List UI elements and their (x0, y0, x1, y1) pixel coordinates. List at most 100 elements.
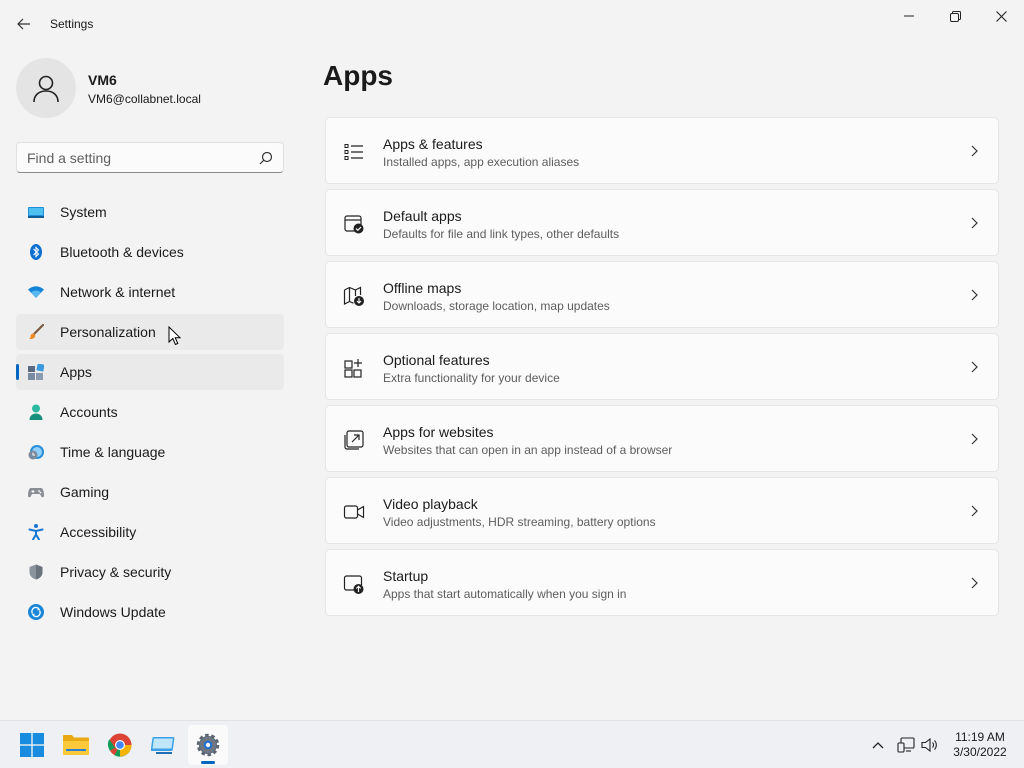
card-startup[interactable]: Startup Apps that start automatically wh… (325, 549, 999, 616)
minimize-button[interactable] (886, 4, 932, 28)
card-title: Apps for websites (383, 424, 494, 440)
sidebar-item-network[interactable]: Network & internet (16, 274, 284, 310)
start-button[interactable] (12, 725, 52, 765)
sidebar-item-apps[interactable]: Apps (16, 354, 284, 390)
taskbar: 11:19 AM 3/30/2022 (0, 720, 1024, 768)
app-title: Settings (50, 17, 94, 31)
clock-time: 11:19 AM (955, 730, 1005, 744)
back-arrow-icon (17, 18, 30, 30)
search-input[interactable] (27, 149, 247, 167)
sidebar-nav: System Bluetooth & devices Network & int… (16, 194, 284, 634)
settings-card-list: Apps & features Installed apps, app exec… (325, 117, 999, 621)
update-icon (28, 604, 44, 620)
close-icon (995, 10, 1007, 22)
search-box[interactable] (16, 142, 284, 173)
card-title: Default apps (383, 208, 462, 224)
user-profile[interactable]: VM6 VM6@collabnet.local (16, 58, 286, 118)
sidebar-item-label: Privacy & security (60, 564, 172, 580)
accessibility-icon (28, 524, 44, 540)
volume-tray-button[interactable] (919, 733, 941, 757)
chevron-right-icon (971, 433, 978, 445)
file-explorer-icon (63, 735, 89, 755)
back-button[interactable] (12, 12, 36, 36)
show-hidden-icons-button[interactable] (867, 733, 889, 757)
minimize-icon (904, 15, 914, 17)
start-icon (20, 733, 44, 757)
bluetooth-icon (30, 244, 42, 260)
profile-name: VM6 (88, 72, 117, 88)
wifi-icon (28, 286, 44, 298)
search-icon[interactable] (259, 151, 273, 165)
mouse-cursor-icon (168, 326, 182, 346)
taskbar-settings[interactable] (188, 725, 228, 765)
sidebar-item-label: System (60, 204, 107, 220)
sidebar-item-label: Network & internet (60, 284, 176, 300)
taskbar-remote-desktop[interactable] (144, 725, 184, 765)
card-offline-maps[interactable]: Offline maps Downloads, storage location… (325, 261, 999, 328)
sidebar-item-gaming[interactable]: Gaming (16, 474, 284, 510)
sidebar-item-label: Accessibility (60, 524, 137, 540)
avatar (16, 58, 76, 118)
sidebar-item-bluetooth[interactable]: Bluetooth & devices (16, 234, 284, 270)
card-video-playback[interactable]: Video playback Video adjustments, HDR st… (325, 477, 999, 544)
sidebar-item-label: Windows Update (60, 604, 166, 620)
card-title: Optional features (383, 352, 490, 368)
card-subtitle: Extra functionality for your device (383, 371, 560, 385)
sidebar-item-time-language[interactable]: Time & language (16, 434, 284, 470)
card-subtitle: Installed apps, app execution aliases (383, 155, 580, 169)
video-camera-icon (343, 505, 365, 519)
system-icon (28, 207, 44, 218)
sidebar-item-privacy-security[interactable]: Privacy & security (16, 554, 284, 590)
taskbar-clock[interactable]: 11:19 AM 3/30/2022 (944, 730, 1016, 760)
chevron-right-icon (971, 145, 978, 157)
card-subtitle: Websites that can open in an app instead… (383, 443, 673, 457)
taskbar-file-explorer[interactable] (56, 725, 96, 765)
remote-desktop-icon (151, 737, 175, 754)
card-title: Video playback (383, 496, 478, 512)
list-icon (344, 144, 363, 160)
sidebar-item-windows-update[interactable]: Windows Update (16, 594, 284, 630)
open-external-icon (344, 430, 364, 450)
card-subtitle: Video adjustments, HDR streaming, batter… (383, 515, 656, 529)
clock-date: 3/30/2022 (953, 745, 1007, 759)
card-apps-for-websites[interactable]: Apps for websites Websites that can open… (325, 405, 999, 472)
sidebar-item-accounts[interactable]: Accounts (16, 394, 284, 430)
volume-icon (921, 737, 937, 753)
sidebar-item-accessibility[interactable]: Accessibility (16, 514, 284, 550)
accounts-icon (29, 404, 43, 420)
shield-icon (29, 564, 43, 580)
chevron-up-icon (872, 742, 884, 749)
default-apps-icon (344, 215, 364, 234)
sidebar-item-label: Gaming (60, 484, 110, 500)
sidebar-item-label: Bluetooth & devices (60, 244, 184, 260)
card-subtitle: Apps that start automatically when you s… (383, 587, 627, 601)
network-tray-button[interactable] (895, 733, 917, 757)
sidebar-item-label: Apps (60, 364, 92, 380)
map-download-icon (343, 286, 364, 306)
startup-icon (343, 575, 364, 594)
maximize-button[interactable] (932, 4, 978, 28)
close-button[interactable] (978, 4, 1024, 28)
sidebar-item-system[interactable]: System (16, 194, 284, 230)
card-title: Offline maps (383, 280, 462, 296)
card-title: Startup (383, 568, 429, 584)
taskbar-chrome[interactable] (100, 725, 140, 765)
card-default-apps[interactable]: Default apps Defaults for file and link … (325, 189, 999, 256)
card-subtitle: Defaults for file and link types, other … (383, 227, 620, 241)
settings-gear-icon (196, 733, 220, 757)
sidebar-item-personalization[interactable]: Personalization (16, 314, 284, 350)
card-title: Apps & features (383, 136, 483, 152)
card-subtitle: Downloads, storage location, map updates (383, 299, 610, 313)
chevron-right-icon (971, 577, 978, 589)
sidebar-item-label: Accounts (60, 404, 118, 420)
chevron-right-icon (971, 361, 978, 373)
page-title: Apps (323, 60, 393, 91)
maximize-icon (949, 10, 961, 22)
apps-icon (28, 364, 44, 380)
brush-icon (29, 324, 44, 340)
card-apps-features[interactable]: Apps & features Installed apps, app exec… (325, 117, 999, 184)
title-bar: Settings (0, 0, 1024, 48)
card-optional-features[interactable]: Optional features Extra functionality fo… (325, 333, 999, 400)
chevron-right-icon (971, 289, 978, 301)
sidebar-item-label: Personalization (60, 324, 156, 340)
